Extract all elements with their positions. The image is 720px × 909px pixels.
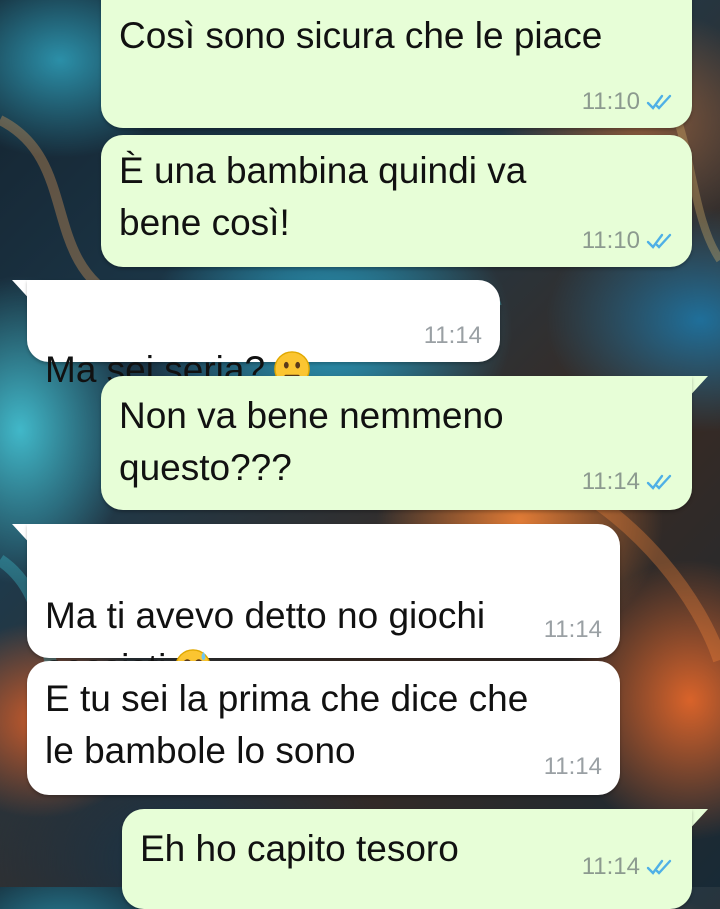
message-meta: 11:14 bbox=[544, 753, 602, 781]
message-time: 11:14 bbox=[581, 853, 640, 880]
message-meta: 11:14 bbox=[424, 322, 482, 350]
message-time: 11:10 bbox=[581, 88, 640, 115]
message-text: Eh ho capito tesoro bbox=[140, 828, 459, 869]
message-meta: 11:14 bbox=[544, 616, 602, 644]
message-time: 11:14 bbox=[543, 753, 602, 780]
read-receipt-icon bbox=[646, 233, 672, 249]
message-meta: 11:14 bbox=[582, 853, 676, 881]
message-bubble-outgoing[interactable]: Non va bene nemmeno questo??? 11:14 bbox=[101, 376, 692, 510]
read-receipt-icon bbox=[646, 474, 672, 490]
read-receipt-icon bbox=[646, 859, 672, 875]
message-bubble-outgoing[interactable]: Eh ho capito tesoro 11:14 bbox=[122, 809, 692, 909]
message-time: 11:14 bbox=[423, 322, 482, 349]
message-meta: 11:10 bbox=[582, 88, 676, 116]
message-text: È una bambina quindi va bene così! bbox=[119, 150, 527, 243]
chat-message-list[interactable]: Così sono sicura che le piace 11:10 È un… bbox=[0, 0, 720, 909]
message-time: 11:10 bbox=[581, 227, 640, 254]
message-text: Non va bene nemmeno questo??? bbox=[119, 395, 504, 488]
message-text: E tu sei la prima che dice che le bambol… bbox=[45, 678, 529, 771]
message-meta: 11:10 bbox=[582, 227, 676, 255]
message-time: 11:14 bbox=[543, 616, 602, 643]
read-receipt-icon bbox=[646, 94, 672, 110]
message-bubble-outgoing[interactable]: È una bambina quindi va bene così! 11:10 bbox=[101, 135, 692, 267]
message-bubble-incoming[interactable]: E tu sei la prima che dice che le bambol… bbox=[27, 661, 620, 795]
message-bubble-outgoing[interactable]: Così sono sicura che le piace 11:10 bbox=[101, 0, 692, 128]
message-time: 11:14 bbox=[581, 468, 640, 495]
message-text: Così sono sicura che le piace bbox=[119, 15, 603, 56]
message-meta: 11:14 bbox=[582, 468, 676, 496]
message-bubble-incoming[interactable]: Ma sei seria? 11:14 bbox=[27, 280, 500, 390]
message-bubble-incoming[interactable]: Ma ti avevo detto no giochi sessisti 11:… bbox=[27, 524, 620, 688]
